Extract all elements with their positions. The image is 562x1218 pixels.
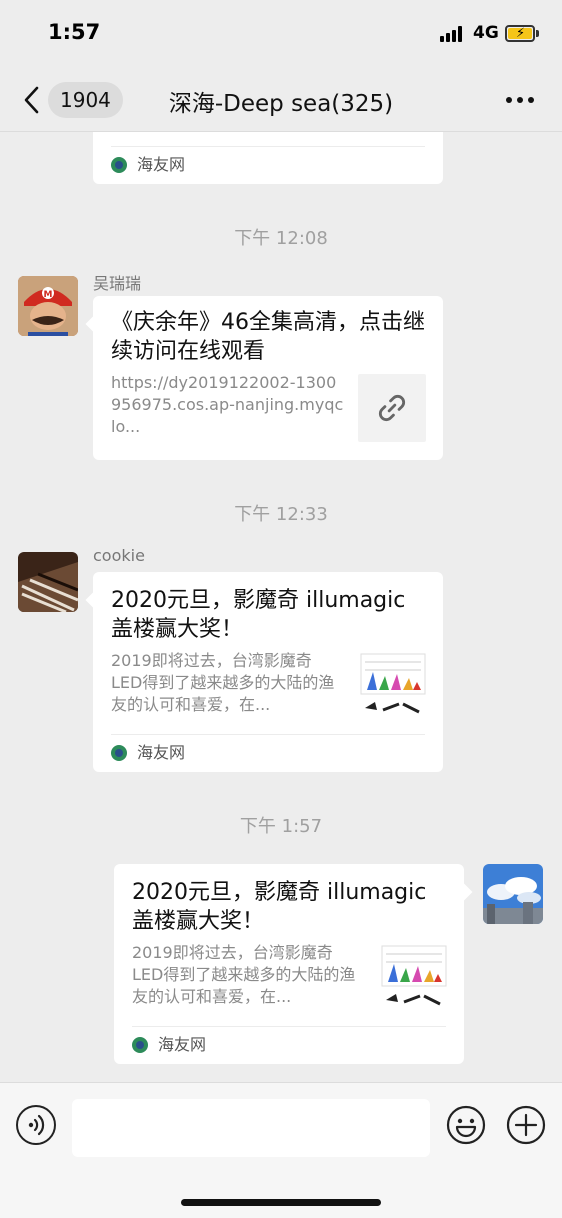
- source-logo-icon: [111, 745, 127, 761]
- spectrum-chart-image: [381, 945, 447, 1006]
- link-url: https://dy2019122002-1300956975.cos.ap-n…: [111, 373, 344, 436]
- chat-header: 1904 深海-Deep sea(325): [0, 70, 562, 132]
- spectrum-chart-image: [360, 653, 426, 714]
- link-thumbnail: [358, 374, 426, 442]
- source-logo-icon: [111, 157, 127, 173]
- emoji-icon: [446, 1105, 486, 1145]
- timestamp: 下午 1:57: [239, 816, 323, 837]
- source-name: 海友网: [158, 1035, 207, 1054]
- sender-name: 吴瑞瑞: [93, 274, 142, 293]
- emoji-button[interactable]: [446, 1105, 486, 1145]
- avatar-image: [18, 552, 78, 612]
- chat-area[interactable]: 海友网 下午 12:08 M 吴瑞瑞 《庆余年》46全集高清，点击继续访问在线观…: [0, 132, 562, 1082]
- input-bar: [0, 1082, 562, 1218]
- article-card[interactable]: 2020元旦，影魔奇 illumagic 盖楼赢大奖！ 2019即将过去，台湾影…: [93, 572, 443, 772]
- network-label: 4G: [473, 23, 499, 43]
- link-icon: [378, 394, 406, 422]
- avatar[interactable]: M: [18, 276, 78, 336]
- article-card[interactable]: 海友网: [93, 132, 443, 184]
- chat-title: 深海-Deep sea(325): [168, 91, 394, 117]
- battery-cap: [536, 30, 539, 37]
- svg-text:M: M: [44, 290, 53, 300]
- battery-icon: ⚡: [505, 25, 535, 42]
- my-avatar[interactable]: [483, 864, 543, 924]
- article-thumbnail: [359, 652, 427, 720]
- article-thumbnail: [380, 944, 448, 1012]
- avatar-image: [483, 864, 543, 924]
- status-time: 1:57: [48, 20, 101, 44]
- card-source: 海友网: [111, 146, 425, 184]
- link-title: 《庆余年》46全集高清，点击继续访问在线观看: [111, 310, 425, 364]
- link-card[interactable]: 《庆余年》46全集高清，点击继续访问在线观看 https://dy2019122…: [93, 296, 443, 460]
- home-indicator: [181, 1199, 381, 1206]
- timestamp: 下午 12:33: [234, 504, 328, 525]
- article-card[interactable]: 2020元旦，影魔奇 illumagic 盖楼赢大奖！ 2019即将过去，台湾影…: [114, 864, 464, 1064]
- avatar-image: M: [18, 276, 78, 336]
- source-logo-icon: [132, 1037, 148, 1053]
- avatar[interactable]: [18, 552, 78, 612]
- message-input[interactable]: [72, 1099, 430, 1157]
- plus-icon: [506, 1105, 546, 1145]
- card-source: 海友网: [132, 1026, 446, 1064]
- article-desc: 2019即将过去，台湾影魔奇LED得到了越来越多的大陆的渔友的认可和喜爱，在..…: [111, 651, 335, 714]
- status-bar: 1:57 4G ⚡: [0, 0, 562, 70]
- source-name: 海友网: [137, 155, 186, 174]
- more-button[interactable]: [502, 88, 538, 112]
- voice-icon: [28, 1114, 45, 1136]
- card-source: 海友网: [111, 734, 425, 772]
- article-title: 2020元旦，影魔奇 illumagic 盖楼赢大奖！: [132, 880, 427, 934]
- timestamp: 下午 12:08: [234, 228, 328, 249]
- voice-button[interactable]: [16, 1105, 56, 1145]
- more-icon: [506, 97, 534, 103]
- signal-icon: [440, 26, 466, 42]
- article-desc: 2019即将过去，台湾影魔奇LED得到了越来越多的大陆的渔友的认可和喜爱，在..…: [132, 943, 356, 1006]
- sender-name: cookie: [93, 546, 145, 565]
- more-functions-button[interactable]: [506, 1105, 546, 1145]
- source-name: 海友网: [137, 743, 186, 762]
- article-title: 2020元旦，影魔奇 illumagic 盖楼赢大奖！: [111, 588, 406, 642]
